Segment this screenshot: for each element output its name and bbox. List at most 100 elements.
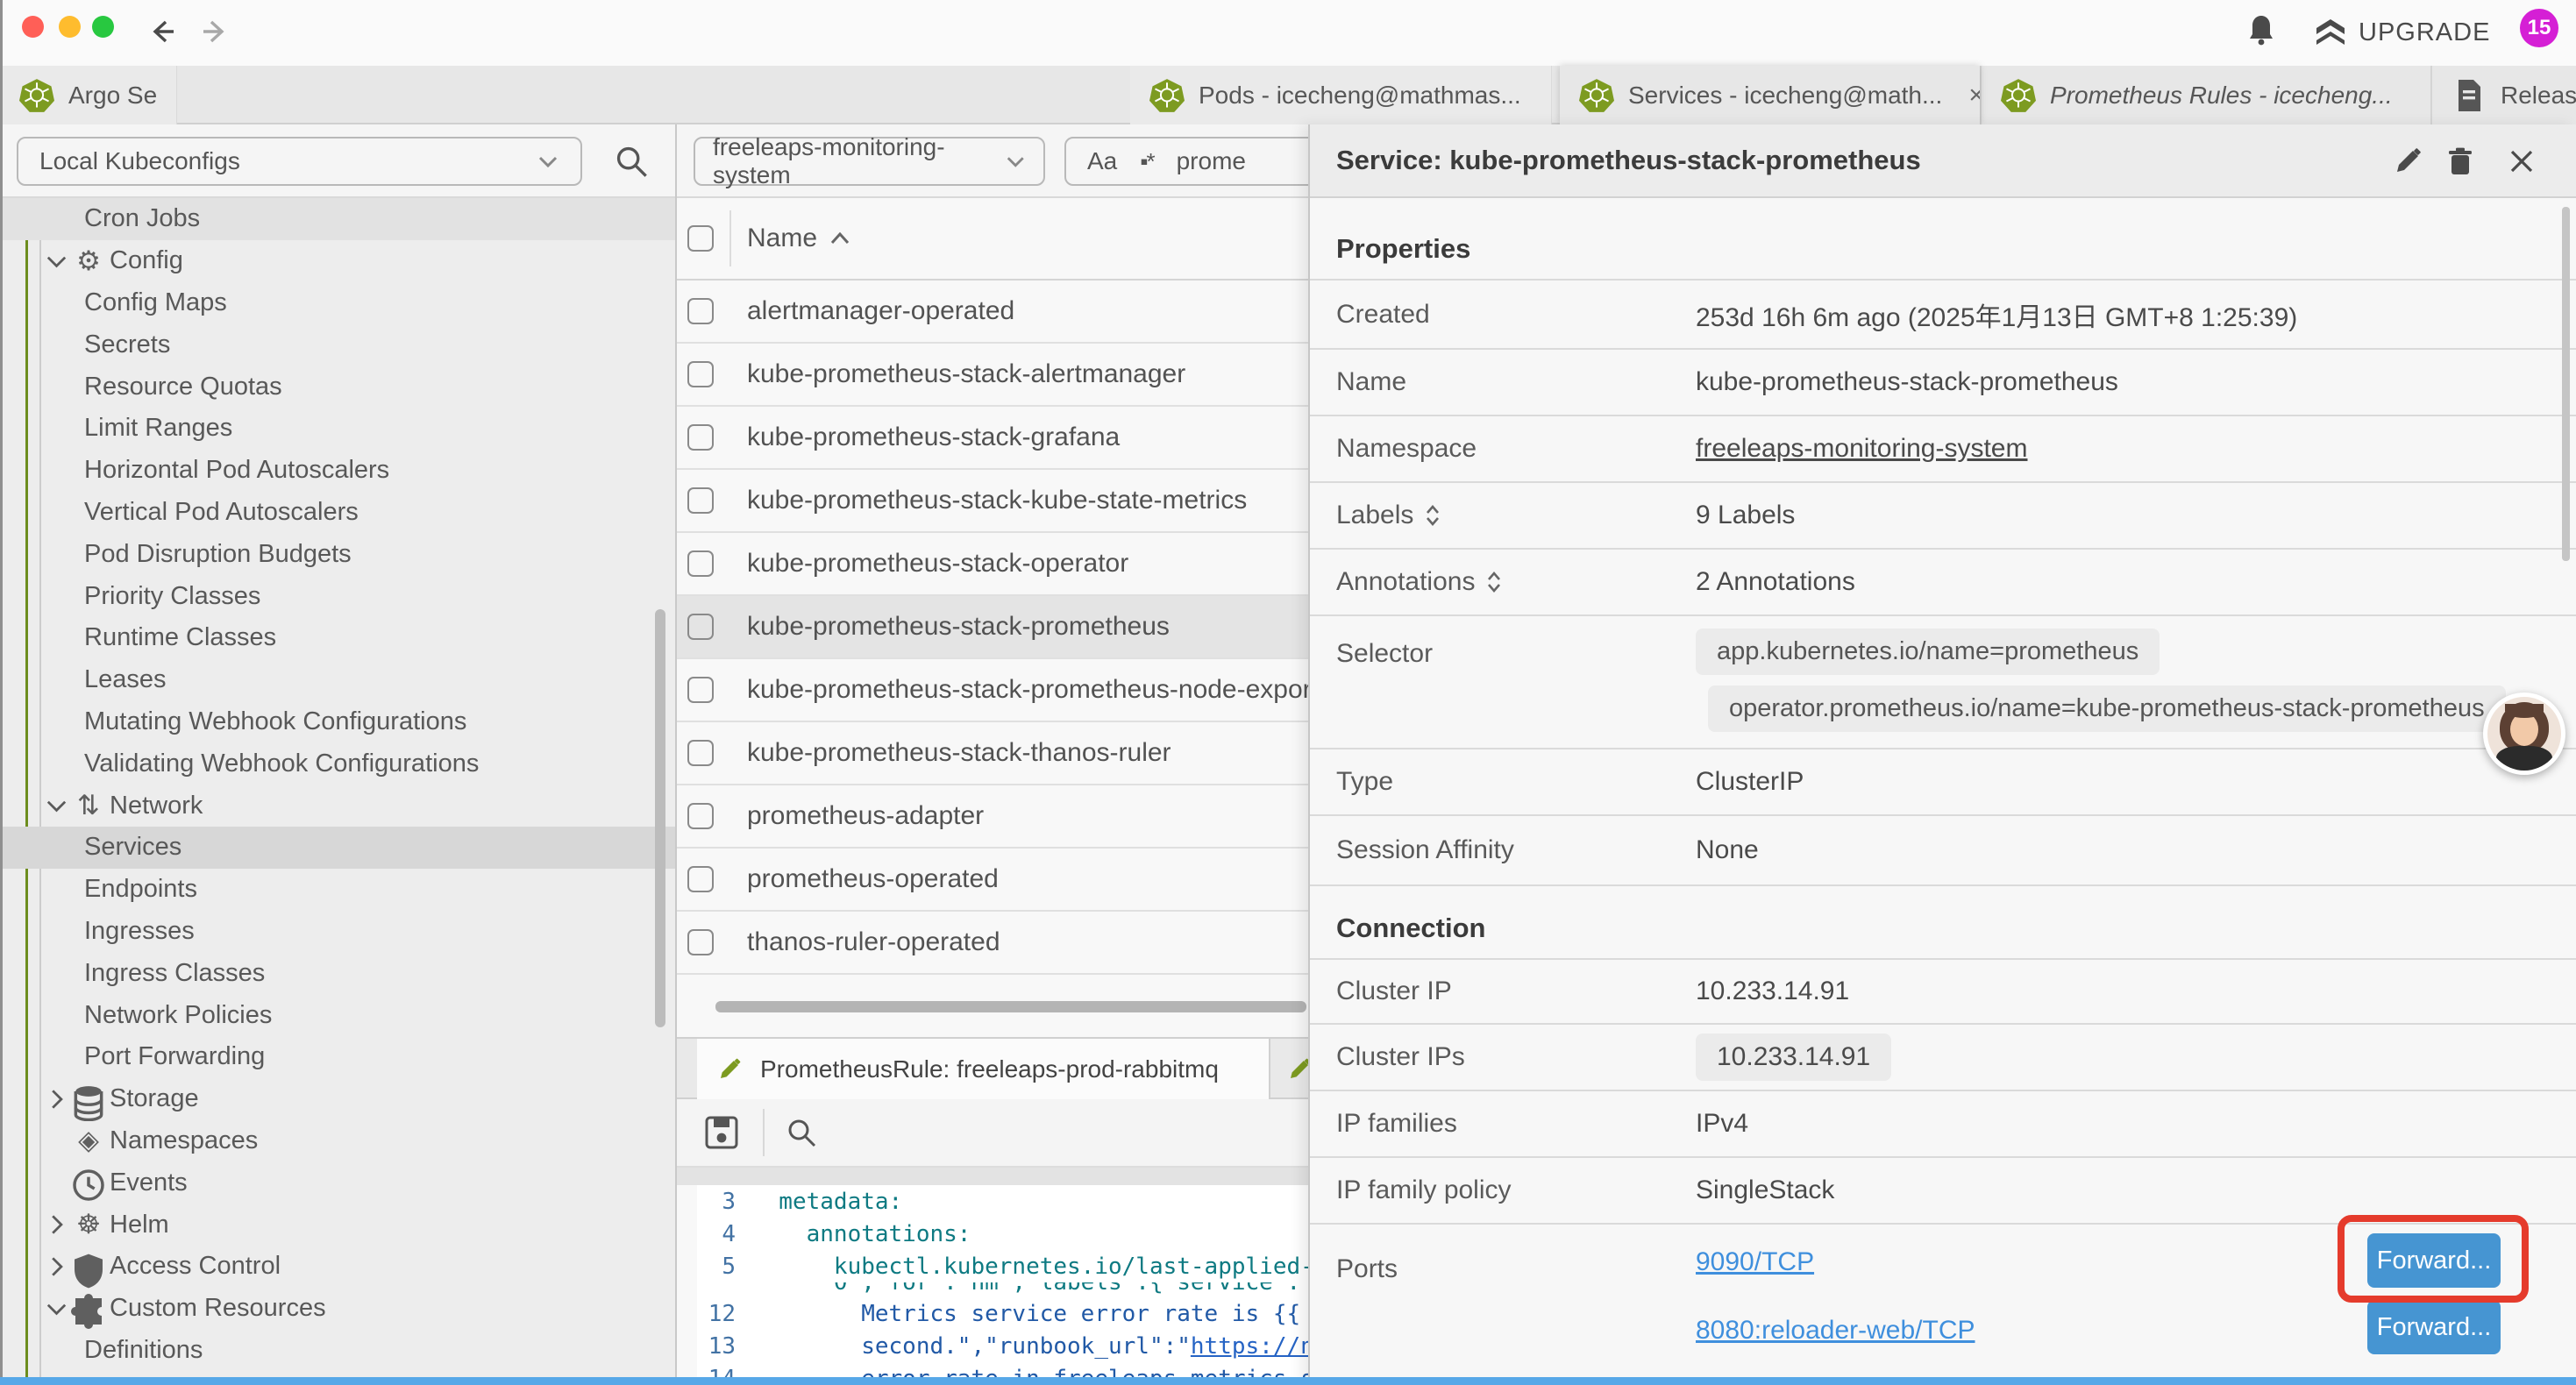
sidebar-item[interactable]: Definitions xyxy=(0,1330,675,1372)
forward-arrow-icon[interactable] xyxy=(200,17,230,46)
close-icon[interactable] xyxy=(2506,146,2537,177)
row-checkbox[interactable] xyxy=(687,866,714,892)
tab-close-icon[interactable]: × xyxy=(1968,81,1980,110)
app-tab[interactable]: Services - icecheng@math... × xyxy=(1560,66,1980,124)
sidebar-scrollbar[interactable] xyxy=(655,609,665,1027)
sidebar-item-label: Ingress Classes xyxy=(81,959,265,988)
created-value: 253d 16h 6m ago (2025年1月13日 GMT+8 1:25:3… xyxy=(1696,295,2297,334)
sidebar-item[interactable]: ⇅ Network xyxy=(0,785,675,827)
namespace-select[interactable]: freeleaps-monitoring-system xyxy=(694,137,1045,186)
app-tab[interactable]: Argo Se xyxy=(0,66,177,124)
expand-icon[interactable] xyxy=(1424,502,1441,529)
selector-chip: app.kubernetes.io/name=prometheus xyxy=(1696,629,2160,675)
editor-search-icon[interactable] xyxy=(786,1117,817,1148)
sidebar-item[interactable]: Ingress Classes xyxy=(0,952,675,994)
sidebar-item[interactable]: Ingresses xyxy=(0,911,675,953)
sidebar-item[interactable]: Storage xyxy=(0,1078,675,1120)
port-link[interactable]: 9090/TCP xyxy=(1696,1247,1975,1277)
namespace-link[interactable]: freeleaps-monitoring-system xyxy=(1696,434,2027,464)
sidebar-item[interactable]: Runtime Classes xyxy=(0,617,675,659)
row-checkbox[interactable] xyxy=(687,424,714,451)
yaml-editor[interactable]: 3 metadata: 4 annotations: 5 kubectl.kub… xyxy=(697,1185,1310,1385)
sidebar-item[interactable]: ◈ Namespaces xyxy=(0,1120,675,1162)
type-value: ClusterIP xyxy=(1696,767,1804,797)
line-code: metadata: xyxy=(751,1189,902,1215)
window-close-button[interactable] xyxy=(22,16,44,38)
sidebar-item[interactable]: Endpoints xyxy=(0,869,675,911)
match-case-toggle[interactable]: Aa xyxy=(1087,147,1117,175)
sidebar-item[interactable]: Leases xyxy=(0,659,675,701)
service-name: kube-prometheus-stack-grafana xyxy=(747,423,1120,452)
name-column-header[interactable]: Name xyxy=(747,224,850,253)
tab-label: Prometheus Rules - icecheng... xyxy=(2050,82,2393,110)
tree-chevron-icon[interactable] xyxy=(42,793,71,818)
regex-toggle-icon[interactable]: ▪* xyxy=(1140,148,1153,175)
sidebar-item[interactable]: Validating Webhook Configurations xyxy=(0,742,675,785)
notification-count-badge[interactable]: 15 xyxy=(2520,9,2558,47)
port-link[interactable]: 8080:reloader-web/TCP xyxy=(1696,1316,1975,1346)
sidebar-item[interactable]: ☸ Helm xyxy=(0,1204,675,1246)
sidebar-item[interactable]: Pod Disruption Budgets xyxy=(0,533,675,575)
sidebar-item[interactable]: Services xyxy=(0,827,675,869)
row-checkbox[interactable] xyxy=(687,614,714,640)
sidebar-item[interactable]: Mutating Webhook Configurations xyxy=(0,701,675,743)
window-minimize-button[interactable] xyxy=(59,16,81,38)
sidebar-item[interactable]: Horizontal Pod Autoscalers xyxy=(0,450,675,492)
name-value: kube-prometheus-stack-prometheus xyxy=(1696,367,2118,397)
window-maximize-button[interactable] xyxy=(92,16,114,38)
tree-item-icon xyxy=(71,1084,106,1114)
sidebar-item[interactable]: Port Forwarding xyxy=(0,1036,675,1078)
tree-chevron-icon[interactable] xyxy=(42,249,71,273)
sidebar-item[interactable]: Cron Jobs xyxy=(0,198,675,240)
upgrade-button[interactable]: UPGRADE xyxy=(2315,15,2490,50)
tree-chevron-icon[interactable] xyxy=(42,1212,71,1237)
app-tab[interactable]: Pods - icecheng@mathmas... xyxy=(1130,66,1552,124)
tree-item-icon: ⇅ xyxy=(71,791,106,820)
save-icon[interactable] xyxy=(703,1114,740,1151)
row-checkbox[interactable] xyxy=(687,740,714,766)
edit-pencil-icon[interactable] xyxy=(2392,146,2423,177)
search-icon[interactable] xyxy=(614,144,649,179)
expand-icon[interactable] xyxy=(1485,569,1503,595)
row-checkbox[interactable] xyxy=(687,361,714,387)
select-all-checkbox[interactable] xyxy=(687,225,714,252)
tree-chevron-icon[interactable] xyxy=(42,1087,71,1112)
back-arrow-icon[interactable] xyxy=(147,17,177,46)
row-checkbox[interactable] xyxy=(687,929,714,955)
tree-chevron-icon[interactable] xyxy=(42,1254,71,1279)
row-checkbox[interactable] xyxy=(687,298,714,324)
sidebar-item[interactable]: Limit Ranges xyxy=(0,408,675,450)
row-checkbox[interactable] xyxy=(687,550,714,577)
editor-tab[interactable]: PrometheusRule: freeleaps-prod-rabbitmq xyxy=(697,1039,1270,1099)
delete-trash-icon[interactable] xyxy=(2444,146,2476,177)
sidebar-item[interactable]: Custom Resources xyxy=(0,1288,675,1330)
app-tab[interactable]: Prometheus Rules - icecheng... xyxy=(1980,66,2430,124)
row-checkbox[interactable] xyxy=(687,487,714,514)
notifications-bell-icon[interactable] xyxy=(2247,13,2275,46)
user-avatar[interactable] xyxy=(2483,692,2565,775)
sidebar-item[interactable]: Access Control xyxy=(0,1246,675,1288)
sidebar-item[interactable]: Priority Classes xyxy=(0,575,675,617)
drawer-scrollbar[interactable] xyxy=(2562,207,2570,561)
app-tab[interactable]: Release Notes xyxy=(2430,66,2576,124)
labels-row: Labels 9 Labels xyxy=(1310,483,2576,550)
annotations-value: 2 Annotations xyxy=(1696,567,1855,597)
session-affinity-value: None xyxy=(1696,835,1759,865)
tree-item-icon xyxy=(71,1168,106,1197)
sidebar-item[interactable]: Secrets xyxy=(0,323,675,366)
sidebar-item[interactable]: Resource Quotas xyxy=(0,366,675,408)
horizontal-scrollbar[interactable] xyxy=(715,1001,1306,1012)
line-number: 12 xyxy=(697,1301,751,1327)
sidebar-item[interactable]: Vertical Pod Autoscalers xyxy=(0,492,675,534)
session-affinity-row: Session Affinity None xyxy=(1310,816,2576,886)
sidebar-item[interactable]: Events xyxy=(0,1161,675,1204)
kubeconfig-select[interactable]: Local Kubeconfigs xyxy=(17,137,582,186)
sidebar-item[interactable]: Config Maps xyxy=(0,282,675,324)
row-checkbox[interactable] xyxy=(687,677,714,703)
row-checkbox[interactable] xyxy=(687,803,714,829)
forward-button[interactable]: Forward... xyxy=(2367,1300,2501,1354)
tree-chevron-icon[interactable] xyxy=(42,1296,71,1321)
sidebar-item[interactable]: ⚙ Config xyxy=(0,240,675,282)
drawer-body: Properties Created 253d 16h 6m ago (2025… xyxy=(1310,198,2576,1385)
sidebar-item[interactable]: Network Policies xyxy=(0,994,675,1036)
